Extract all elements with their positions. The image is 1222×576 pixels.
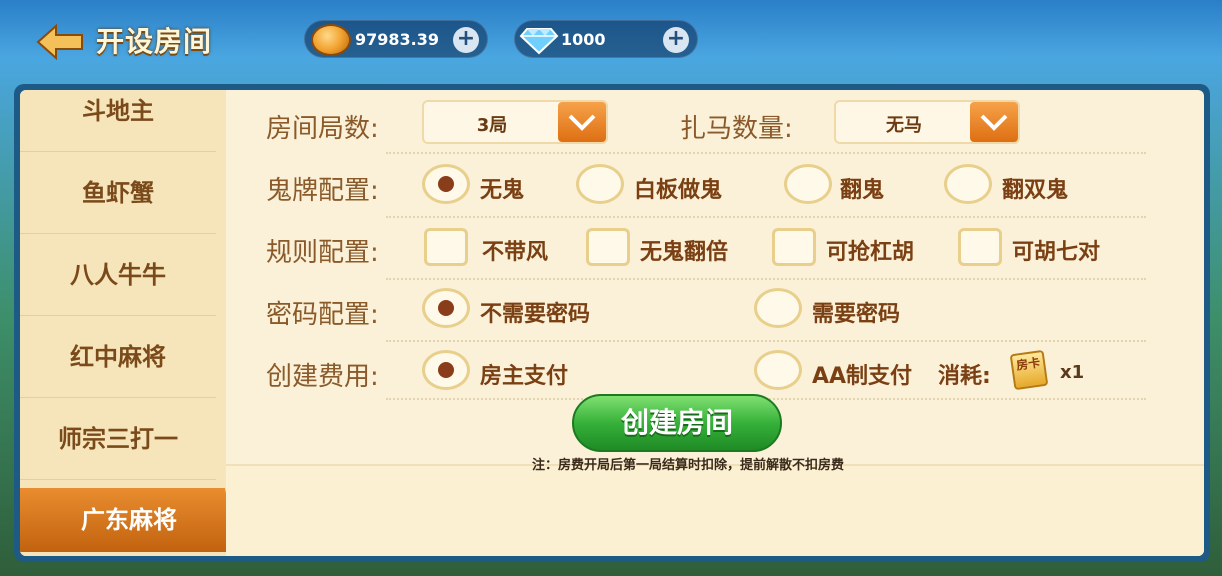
- sidebar-item-shizong-sandayi[interactable]: 师宗三打一: [20, 398, 216, 480]
- room-card-icon: 房卡: [1009, 349, 1049, 391]
- sidebar-item-hongzhong-mahjong[interactable]: 红中麻将: [20, 316, 216, 398]
- gold-ingot-icon: [311, 24, 351, 56]
- rule-option-seven-pairs: 可胡七对: [1012, 240, 1101, 265]
- game-sidebar: 斗地主 鱼虾蟹 八人牛牛 红中麻将 师宗三打一 广东麻将: [20, 90, 238, 556]
- chevron-down-icon[interactable]: [558, 102, 606, 142]
- gem-amount: 1000: [561, 30, 606, 49]
- rule-checkbox-no-ghost-double[interactable]: [586, 228, 630, 266]
- diamond-icon: [519, 28, 559, 55]
- fee-label: 创建费用:: [266, 362, 379, 392]
- sidebar-item-yuxiaxie[interactable]: 鱼虾蟹: [20, 152, 216, 234]
- gem-balance: 1000 +: [514, 20, 698, 58]
- ghost-option-whiteboard: 白板做鬼: [634, 178, 723, 203]
- rules-label: 规则配置:: [266, 238, 379, 268]
- rule-checkbox-rob-kong[interactable]: [772, 228, 816, 266]
- sidebar-item-doudizhu[interactable]: 斗地主: [20, 90, 216, 152]
- back-arrow-icon[interactable]: [36, 24, 84, 60]
- password-radio-required[interactable]: [754, 288, 802, 328]
- password-label: 密码配置:: [266, 300, 379, 330]
- create-room-button[interactable]: 创建房间: [572, 394, 782, 452]
- rule-option-no-ghost-double: 无鬼翻倍: [640, 240, 729, 265]
- add-gold-button[interactable]: +: [453, 27, 479, 53]
- password-option-none: 不需要密码: [480, 302, 591, 327]
- page-title: 开设房间: [96, 25, 213, 58]
- row-divider: [386, 340, 1146, 342]
- room-card-count: x1: [1060, 362, 1085, 383]
- fee-option-aa: AA制支付: [812, 364, 913, 389]
- row-divider: [386, 278, 1146, 280]
- rule-checkbox-seven-pairs[interactable]: [958, 228, 1002, 266]
- row-divider: [386, 152, 1146, 154]
- sidebar-item-bairenniuniu[interactable]: 八人牛牛: [20, 234, 216, 316]
- fee-option-owner: 房主支付: [480, 364, 569, 389]
- footer-strip: [226, 464, 1204, 556]
- fee-radio-owner[interactable]: [422, 350, 470, 390]
- rounds-select[interactable]: 3局: [422, 100, 608, 144]
- ghost-radio-none[interactable]: [422, 164, 470, 204]
- gold-balance: 97983.39 +: [304, 20, 488, 58]
- ghost-option-none: 无鬼: [480, 178, 525, 203]
- fee-radio-aa[interactable]: [754, 350, 802, 390]
- gold-amount: 97983.39: [355, 30, 440, 49]
- rule-option-rob-kong: 可抢杠胡: [826, 240, 915, 265]
- ghost-radio-double-flip[interactable]: [944, 164, 992, 204]
- fee-note: 注：房费开局后第一局结算时扣除，提前解散不扣房费: [531, 458, 844, 473]
- panel-inner: 斗地主 鱼虾蟹 八人牛牛 红中麻将 师宗三打一 广东麻将 房间局数: 3局 扎马…: [20, 90, 1204, 556]
- consume-label: 消耗:: [938, 364, 991, 389]
- horses-value: 无马: [886, 115, 922, 136]
- chevron-down-icon[interactable]: [970, 102, 1018, 142]
- horses-label: 扎马数量:: [680, 114, 793, 144]
- rule-option-no-wind: 不带风: [482, 240, 549, 265]
- create-room-panel: 斗地主 鱼虾蟹 八人牛牛 红中麻将 师宗三打一 广东麻将 房间局数: 3局 扎马…: [14, 84, 1210, 562]
- row-divider: [386, 216, 1146, 218]
- rounds-label: 房间局数:: [266, 114, 379, 144]
- ghost-option-flip: 翻鬼: [840, 178, 885, 203]
- ghost-label: 鬼牌配置:: [266, 176, 379, 206]
- add-gem-button[interactable]: +: [663, 27, 689, 53]
- sidebar-item-guangdong-mahjong[interactable]: 广东麻将: [20, 488, 238, 552]
- ghost-option-double-flip: 翻双鬼: [1002, 178, 1069, 203]
- rounds-value: 3局: [476, 115, 508, 136]
- ghost-radio-whiteboard[interactable]: [576, 164, 624, 204]
- password-radio-none[interactable]: [422, 288, 470, 328]
- ghost-radio-flip[interactable]: [784, 164, 832, 204]
- top-bar: 开设房间 97983.39 + 1000 +: [0, 0, 1222, 82]
- rule-checkbox-no-wind[interactable]: [424, 228, 468, 266]
- password-option-required: 需要密码: [812, 302, 901, 327]
- horses-select[interactable]: 无马: [834, 100, 1020, 144]
